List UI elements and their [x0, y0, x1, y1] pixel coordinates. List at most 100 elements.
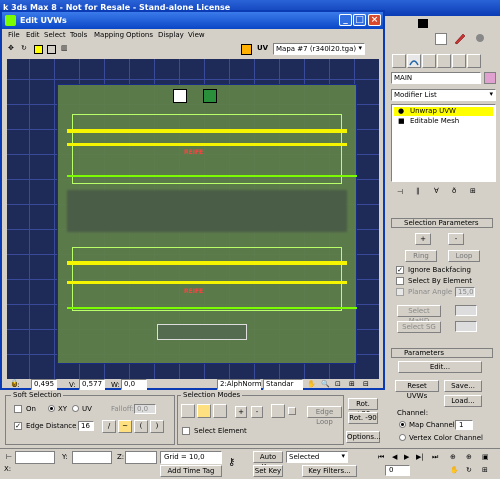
show-map-icon[interactable]	[241, 44, 252, 55]
minimize-button[interactable]: _	[339, 14, 352, 26]
paint-select-button[interactable]	[271, 404, 285, 418]
uv-shell-bottom[interactable]	[157, 324, 247, 340]
w-input[interactable]: 0,0	[121, 379, 147, 390]
x-coord-field[interactable]	[15, 451, 55, 464]
edge-loop-button[interactable]: Edge Loop	[307, 406, 342, 426]
reset-uvws-button[interactable]: Reset UVWs	[395, 380, 439, 400]
select-by-element-checkbox[interactable]	[396, 277, 404, 285]
edge-distance-input[interactable]: 16	[78, 421, 94, 431]
paint-plus-button[interactable]	[288, 407, 296, 415]
uv-canvas[interactable]: REIFE REIFE	[7, 59, 379, 379]
planar-angle-input[interactable]: 15,0	[455, 287, 475, 297]
freeform-icon[interactable]	[47, 45, 56, 54]
pin-icon[interactable]: ⊣	[397, 188, 403, 196]
sg-input[interactable]	[455, 321, 477, 332]
close-main-icon[interactable]	[418, 19, 428, 28]
load-button[interactable]: Load...	[444, 395, 482, 407]
go-start-icon[interactable]: ⏮	[378, 453, 384, 462]
xy-radio[interactable]	[48, 405, 55, 412]
save-button[interactable]: Save...	[444, 380, 482, 392]
ignore-backfacing-checkbox[interactable]: ✓	[396, 266, 404, 274]
standard-dropdown[interactable]: Standar	[263, 379, 303, 390]
display-tab[interactable]	[452, 54, 466, 68]
zoom-extents-icon[interactable]: ⊞	[349, 380, 355, 388]
hierarchy-tab[interactable]	[422, 54, 436, 68]
select-sg-button[interactable]: Select SG	[397, 321, 441, 333]
frame-input[interactable]: 0	[385, 465, 410, 476]
falloff-linear-button[interactable]: /	[102, 420, 116, 433]
uv-shell-lower[interactable]	[72, 247, 342, 311]
modifier-stack[interactable]: ● Unwrap UVW ■ Editable Mesh	[391, 104, 496, 182]
zoom-all-icon[interactable]: ⊕	[466, 453, 472, 461]
falloff-smooth-button[interactable]: ~	[118, 420, 132, 433]
rotate-minus-90-button[interactable]: Rot. -90	[348, 412, 378, 424]
status-lock-icon[interactable]: ⊢	[6, 453, 12, 461]
contract-selection-button[interactable]: -	[251, 406, 263, 418]
matid-input[interactable]	[455, 305, 477, 316]
stack-item-unwrap[interactable]: ● Unwrap UVW	[394, 107, 493, 116]
configure-icon[interactable]: ⊞	[470, 187, 476, 195]
selection-params-header[interactable]: Selection Parameters	[391, 218, 493, 228]
select-element-checkbox[interactable]	[182, 427, 190, 435]
toolbar-dropdown-right[interactable]	[435, 33, 447, 45]
set-key-button[interactable]: Set Key	[253, 465, 283, 477]
pan-icon[interactable]: ✋	[307, 380, 316, 388]
key-filters-button[interactable]: Key Filters...	[302, 465, 357, 477]
bulb-icon[interactable]: ●	[398, 107, 404, 115]
edit-button[interactable]: Edit...	[398, 361, 482, 373]
menu-display[interactable]: Display	[158, 31, 184, 39]
zoom-selected-icon[interactable]: ⊟	[363, 380, 369, 388]
scale-icon[interactable]	[34, 45, 43, 54]
map-dropdown[interactable]: Mapa #7 (r340l20.tga) ▾	[273, 43, 365, 55]
uv-window-title-bar[interactable]: Edit UVWs _ □ ×	[2, 12, 383, 29]
stack-item-editable-mesh[interactable]: ■ Editable Mesh	[394, 117, 493, 126]
uv-axis-label[interactable]: UV	[257, 44, 268, 52]
move-icon[interactable]: ✥	[8, 44, 14, 52]
go-end-icon[interactable]: ⏭	[432, 453, 438, 462]
rotate-plus-90-button[interactable]: Rot. +90	[348, 398, 378, 418]
loop-button[interactable]: Loop	[448, 250, 480, 262]
soft-on-checkbox[interactable]	[14, 405, 22, 413]
play-icon[interactable]: ▶	[404, 453, 409, 461]
ring-button[interactable]: Ring	[405, 250, 437, 262]
menu-edit[interactable]: Edit	[26, 31, 40, 39]
z-coord-field[interactable]	[125, 451, 157, 464]
arc-rotate-icon[interactable]: ↻	[466, 466, 472, 474]
motion-tab[interactable]	[437, 54, 451, 68]
next-frame-icon[interactable]: ▶|	[416, 453, 424, 461]
falloff-slow-button[interactable]: (	[134, 420, 148, 433]
add-time-tag-button[interactable]: Add Time Tag	[160, 465, 222, 477]
vertex-color-radio[interactable]	[399, 434, 406, 441]
planar-angle-checkbox[interactable]	[396, 288, 404, 296]
shrink-button[interactable]: -	[448, 233, 464, 245]
menu-select[interactable]: Select	[44, 31, 66, 39]
modifier-list-dropdown[interactable]: Modifier List ▾	[391, 89, 496, 101]
channel-dropdown[interactable]: 2:AlphNorm	[217, 379, 262, 390]
menu-view[interactable]: View	[188, 31, 205, 39]
create-tab[interactable]	[392, 54, 406, 68]
face-mode-button[interactable]	[213, 404, 227, 418]
object-name-field[interactable]: MAIN	[391, 72, 481, 84]
zoom-icon[interactable]: 🔍	[321, 380, 330, 388]
pencil-icon[interactable]	[453, 31, 467, 45]
menu-options[interactable]: Options	[126, 31, 153, 39]
remove-modifier-icon[interactable]: ð	[452, 187, 456, 195]
wrench-icon[interactable]	[473, 31, 487, 45]
zoom-viewport-icon[interactable]: ⊕	[450, 453, 456, 461]
fov-icon[interactable]: ▣	[482, 453, 489, 461]
falloff-fast-button[interactable]: )	[150, 420, 164, 433]
rotate-icon[interactable]: ↻	[21, 44, 27, 52]
modify-tab[interactable]	[407, 54, 421, 68]
falloff-input[interactable]: 0,0	[134, 404, 156, 414]
make-unique-icon[interactable]: ∀	[434, 187, 439, 195]
max-toggle-icon[interactable]: ⊞	[482, 466, 488, 474]
menu-mapping[interactable]: Mapping	[94, 31, 124, 39]
auto-key-button[interactable]: Auto Key	[253, 451, 283, 471]
map-channel-radio[interactable]	[399, 421, 406, 428]
edge-mode-button[interactable]	[197, 404, 211, 418]
uv-radio[interactable]	[72, 405, 79, 412]
zoom-region-icon[interactable]: ⊡	[335, 380, 341, 388]
parameters-header[interactable]: Parameters	[391, 348, 493, 358]
menu-tools[interactable]: Tools	[70, 31, 87, 39]
prev-frame-icon[interactable]: ◀	[392, 453, 397, 461]
